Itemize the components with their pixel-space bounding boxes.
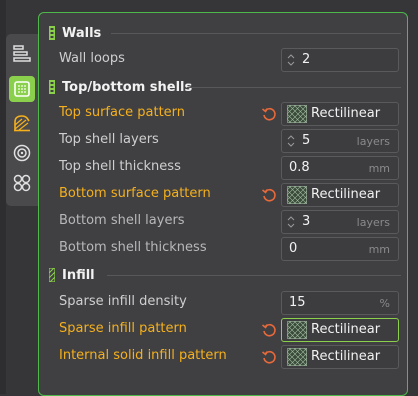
multimaterial-tab[interactable] — [9, 170, 35, 196]
setting-label: Bottom shell layers — [59, 213, 185, 228]
sparse-infill-pattern-select[interactable]: Rectilinear — [281, 318, 399, 342]
target-icon — [13, 144, 31, 162]
setting-label: Sparse infill pattern — [59, 321, 187, 336]
section-divider — [187, 87, 401, 88]
section-divider — [107, 275, 401, 276]
field-value: 0.8 — [289, 160, 310, 175]
strength-tab[interactable] — [9, 76, 35, 102]
walls-section-icon — [49, 26, 55, 40]
pattern-preview-icon — [287, 321, 307, 339]
clover-icon — [13, 174, 31, 192]
section-title: Walls — [62, 25, 102, 41]
support-icon — [14, 115, 30, 132]
setting-label: Top shell thickness — [59, 159, 181, 174]
setting-bottom-shell-layers: Bottom shell layers 3 layers — [39, 209, 409, 235]
field-value: Rectilinear — [311, 187, 381, 202]
field-unit: layers — [356, 135, 390, 148]
setting-label: Sparse infill density — [59, 294, 187, 309]
field-value: Rectilinear — [311, 349, 381, 364]
reset-icon[interactable] — [261, 322, 277, 338]
setting-label: Wall loops — [59, 51, 125, 66]
reset-icon[interactable] — [261, 187, 277, 203]
field-unit: % — [379, 297, 390, 310]
bottom-shell-layers-input[interactable]: 3 layers — [281, 210, 399, 234]
setting-label: Bottom surface pattern — [59, 186, 211, 201]
spinner-arrows-icon[interactable] — [286, 214, 296, 230]
setting-top-shell-layers: Top shell layers 5 layers — [39, 128, 409, 154]
top-shell-layers-input[interactable]: 5 layers — [281, 129, 399, 153]
pattern-preview-icon — [287, 348, 307, 366]
others-tab[interactable] — [9, 140, 35, 166]
setting-bottom-surface-pattern: Bottom surface pattern Rectilinear — [39, 182, 409, 208]
spinner-arrows-icon[interactable] — [286, 133, 296, 149]
sparse-infill-density-input[interactable]: 15 % — [281, 291, 399, 315]
field-value: Rectilinear — [311, 322, 381, 337]
bottom-shell-thickness-input[interactable]: 0 mm — [281, 237, 399, 261]
setting-bottom-shell-thickness: Bottom shell thickness 0 mm — [39, 236, 409, 262]
shells-section-icon — [49, 80, 55, 94]
top-shell-thickness-input[interactable]: 0.8 mm — [281, 156, 399, 180]
section-infill: Infill — [49, 265, 401, 285]
section-title: Infill — [62, 267, 95, 283]
field-value: 0 — [289, 241, 298, 256]
field-value: 15 — [289, 295, 306, 310]
setting-sparse-infill-density: Sparse infill density 15 % — [39, 290, 409, 316]
wall-loops-input[interactable]: 2 — [281, 48, 399, 72]
settings-panel: Walls Wall loops 2 Top/bottom shells Top… — [38, 12, 408, 396]
settings-tab-bar — [6, 34, 38, 206]
field-value: 2 — [302, 52, 311, 67]
quality-tab[interactable] — [9, 40, 35, 66]
top-surface-pattern-select[interactable]: Rectilinear — [281, 102, 399, 126]
section-title: Top/bottom shells — [62, 79, 193, 95]
setting-top-surface-pattern: Top surface pattern Rectilinear — [39, 101, 409, 127]
field-value: Rectilinear — [311, 106, 381, 121]
setting-wall-loops: Wall loops 2 — [39, 47, 409, 73]
setting-label: Internal solid infill pattern — [59, 348, 227, 363]
section-walls: Walls — [49, 23, 401, 43]
field-value: 5 — [302, 133, 311, 148]
pattern-preview-icon — [287, 105, 307, 123]
setting-label: Top shell layers — [59, 132, 159, 147]
setting-sparse-infill-pattern: Sparse infill pattern Rectilinear — [39, 317, 409, 343]
field-value: 3 — [302, 214, 311, 229]
reset-icon[interactable] — [261, 349, 277, 365]
infill-grid-icon — [14, 81, 30, 97]
support-tab[interactable] — [9, 110, 35, 136]
setting-label: Top surface pattern — [59, 105, 186, 120]
layers-icon — [13, 45, 31, 62]
field-unit: mm — [368, 162, 390, 175]
infill-section-icon — [49, 268, 55, 282]
pattern-preview-icon — [287, 186, 307, 204]
field-unit: mm — [368, 243, 390, 256]
setting-label: Bottom shell thickness — [59, 240, 207, 255]
setting-internal-solid-infill-pattern: Internal solid infill pattern Rectilinea… — [39, 344, 409, 370]
field-unit: layers — [356, 216, 390, 229]
section-divider — [111, 33, 401, 34]
section-top-bottom-shells: Top/bottom shells — [49, 77, 401, 97]
bottom-surface-pattern-select[interactable]: Rectilinear — [281, 183, 399, 207]
reset-icon[interactable] — [261, 106, 277, 122]
internal-solid-infill-pattern-select[interactable]: Rectilinear — [281, 345, 399, 369]
spinner-arrows-icon[interactable] — [286, 52, 296, 68]
setting-top-shell-thickness: Top shell thickness 0.8 mm — [39, 155, 409, 181]
